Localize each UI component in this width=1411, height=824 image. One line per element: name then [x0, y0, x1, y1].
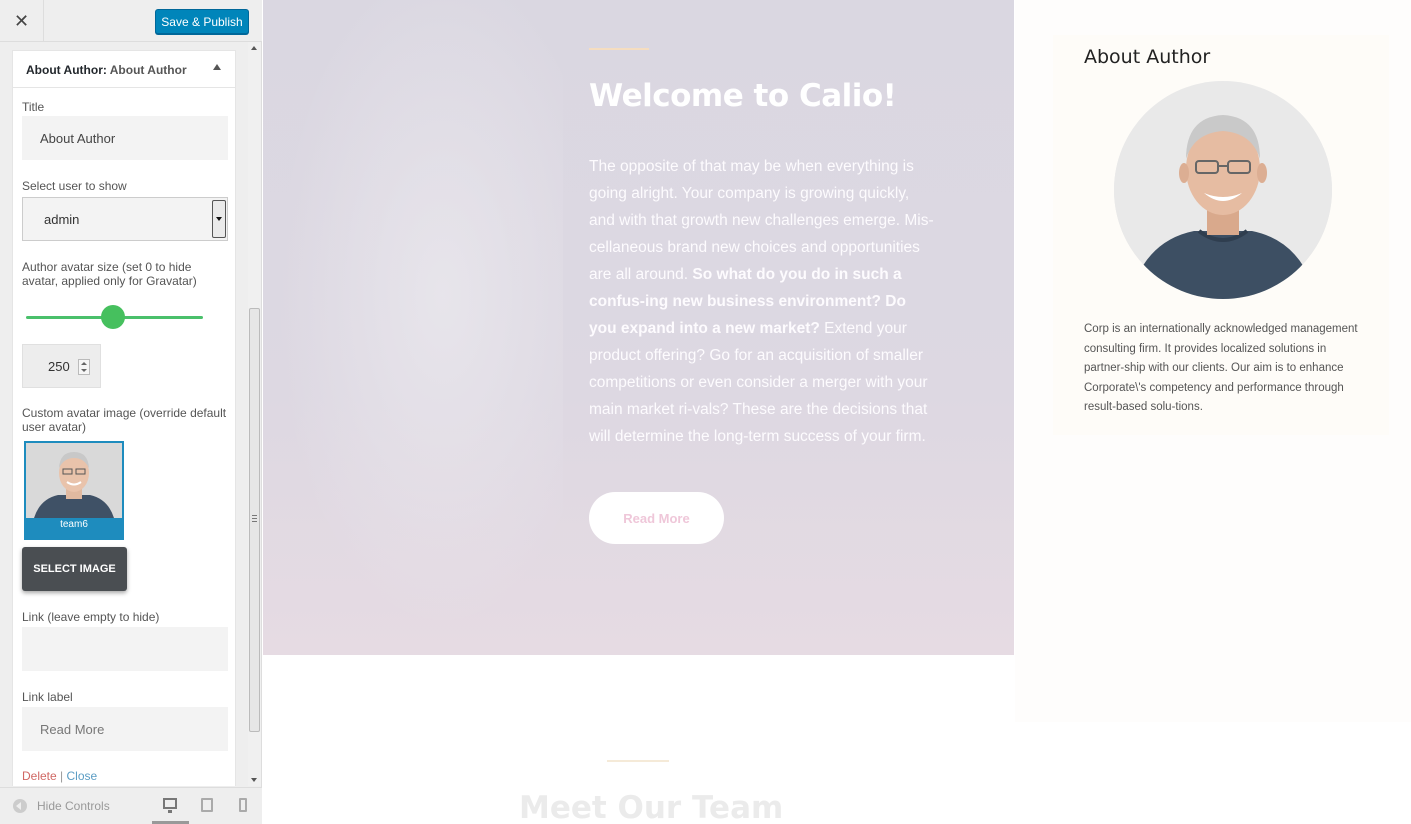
dropdown-arrow-icon[interactable] — [212, 200, 226, 238]
customizer-footer: Hide Controls — [0, 787, 262, 824]
widget-instance-title: About Author — [109, 63, 187, 77]
close-icon[interactable]: ✕ — [0, 0, 44, 42]
mobile-icon[interactable] — [239, 798, 247, 812]
avatar-thumbnail-caption: team6 — [60, 519, 88, 530]
save-publish-button[interactable]: Save & Publish — [155, 9, 249, 34]
controls-scroll-area: About Author: About Author Title About A… — [0, 42, 262, 786]
title-input[interactable]: About Author — [22, 116, 228, 160]
tablet-icon[interactable] — [201, 798, 213, 812]
team-accent-line — [607, 760, 669, 762]
link-label: Link (leave empty to hide) — [22, 610, 160, 624]
customizer-sidebar: ✕ Save & Publish About Author: About Aut… — [0, 0, 262, 824]
hero-text-part2: Extend your product offering? Go for an … — [589, 320, 928, 445]
avatar-size-slider-handle[interactable] — [101, 305, 125, 329]
close-link[interactable]: Close — [67, 769, 98, 783]
widget-title: About Author — [1084, 46, 1211, 68]
widget-description: Corp is an internationally acknowledged … — [1084, 323, 1358, 413]
desktop-icon[interactable] — [163, 798, 177, 813]
widget-actions: Delete | Close — [22, 769, 97, 783]
widget-panel-header[interactable]: About Author: About Author — [13, 51, 235, 88]
read-more-button[interactable]: Read More — [589, 492, 724, 544]
user-select-value: admin — [44, 211, 80, 227]
hide-controls-button[interactable]: Hide Controls — [13, 799, 110, 813]
hero-background-image — [263, 0, 563, 655]
title-label: Title — [22, 100, 45, 114]
hero-section: Welcome to Calio! The opposite of that m… — [263, 0, 1014, 655]
avatar-size-label: Author avatar size (set 0 to hide avatar… — [22, 260, 197, 288]
grip-icon — [252, 515, 257, 523]
hero-title: Welcome to Calio! — [589, 78, 897, 114]
scroll-up-icon[interactable] — [251, 46, 257, 50]
user-select[interactable]: admin — [22, 197, 228, 241]
widget-panel: About Author: About Author Title About A… — [12, 50, 236, 786]
link-text-input[interactable]: Read More — [22, 707, 228, 751]
spinner-icon[interactable] — [78, 359, 90, 375]
hide-controls-icon — [13, 799, 27, 813]
customizer-header: ✕ Save & Publish — [0, 0, 262, 42]
collapse-caret-icon[interactable] — [213, 64, 221, 70]
link-input[interactable] — [22, 627, 228, 671]
avatar-thumbnail-image — [26, 443, 122, 518]
avatar-size-value: 250 — [48, 359, 70, 374]
scrollbar-thumb[interactable] — [249, 308, 260, 732]
hide-controls-label: Hide Controls — [37, 799, 110, 813]
custom-avatar-thumbnail[interactable]: team6 — [24, 441, 124, 540]
hero-accent-line — [589, 48, 649, 50]
link-text-label: Link label — [22, 690, 73, 704]
widget-type-label: About Author: — [26, 63, 107, 77]
author-avatar — [1114, 81, 1332, 299]
user-select-label: Select user to show — [22, 179, 127, 193]
custom-avatar-label: Custom avatar image (override default us… — [22, 406, 227, 434]
hero-text-part1: The opposite of that may be when everyth… — [589, 158, 934, 283]
avatar-size-input[interactable]: 250 — [22, 344, 101, 388]
select-image-button[interactable]: SELECT IMAGE — [22, 547, 127, 591]
scroll-down-icon[interactable] — [251, 778, 257, 782]
team-section-title: Meet Our Team — [519, 790, 784, 824]
hero-text: The opposite of that may be when everyth… — [589, 153, 937, 450]
delete-link[interactable]: Delete — [22, 769, 57, 783]
sidebar-scrollbar[interactable] — [248, 42, 261, 786]
actions-separator: | — [60, 769, 64, 783]
